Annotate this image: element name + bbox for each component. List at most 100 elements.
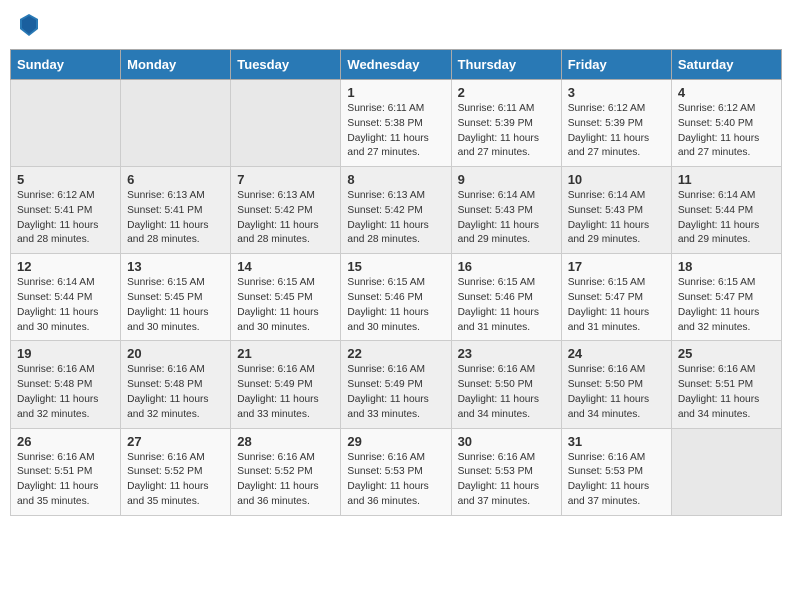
- day-info: Sunrise: 6:15 AMSunset: 5:46 PMDaylight:…: [347, 276, 444, 335]
- calendar-week-3: 12 Sunrise: 6:14 AMSunset: 5:44 PMDayligh…: [11, 254, 782, 341]
- day-info: Sunrise: 6:12 AMSunset: 5:40 PMDaylight:…: [678, 102, 775, 161]
- calendar-cell: 7Sunrise: 6:13 AMSunset: 5:42 PMDaylight…: [231, 167, 341, 254]
- day-info: Sunrise: 6:16 AMSunset: 5:51 PMDaylight:…: [678, 363, 775, 422]
- day-info: Sunrise: 6:12 AMSunset: 5:41 PMDaylight:…: [17, 189, 114, 248]
- calendar-cell: 10 Sunrise: 6:14 AMSunset: 5:43 PMDayligh…: [561, 167, 671, 254]
- day-number: 31: [568, 434, 665, 449]
- day-number: 29: [347, 434, 444, 449]
- calendar-cell: 6 Sunrise: 6:13 AMSunset: 5:41 PMDaylight…: [121, 167, 231, 254]
- day-info: Sunrise: 6:15 AMSunset: 5:45 PMDaylight:…: [127, 276, 224, 335]
- logo: [18, 14, 38, 41]
- calendar-cell: 1 Sunrise: 6:11 AMSunset: 5:38 PMDaylight…: [341, 80, 451, 167]
- calendar-cell: [11, 80, 121, 167]
- day-number: 25: [678, 346, 775, 361]
- day-number: 10: [568, 172, 665, 187]
- calendar-header: SundayMondayTuesdayWednesdayThursdayFrid…: [11, 50, 782, 80]
- day-info: Sunrise: 6:11 AMSunset: 5:38 PMDaylight:…: [347, 102, 444, 161]
- day-info: Sunrise: 6:14 AMSunset: 5:43 PMDaylight:…: [568, 189, 665, 248]
- day-number: 23: [458, 346, 555, 361]
- calendar-cell: 3 Sunrise: 6:12 AMSunset: 5:39 PMDaylight…: [561, 80, 671, 167]
- calendar-cell: [231, 80, 341, 167]
- day-info: Sunrise: 6:16 AMSunset: 5:52 PMDaylight:…: [237, 451, 334, 510]
- logo-icon: [20, 14, 38, 36]
- page-header: [0, 0, 792, 49]
- day-number: 15: [347, 259, 444, 274]
- calendar-cell: 18Sunrise: 6:15 AMSunset: 5:47 PMDayligh…: [671, 254, 781, 341]
- calendar-cell: 31Sunrise: 6:16 AMSunset: 5:53 PMDayligh…: [561, 428, 671, 515]
- day-number: 5: [17, 172, 114, 187]
- column-header-monday: Monday: [121, 50, 231, 80]
- calendar-cell: 19Sunrise: 6:16 AMSunset: 5:48 PMDayligh…: [11, 341, 121, 428]
- calendar: SundayMondayTuesdayWednesdayThursdayFrid…: [0, 49, 792, 526]
- calendar-cell: 9Sunrise: 6:14 AMSunset: 5:43 PMDaylight…: [451, 167, 561, 254]
- column-header-saturday: Saturday: [671, 50, 781, 80]
- day-info: Sunrise: 6:13 AMSunset: 5:41 PMDaylight:…: [127, 189, 224, 248]
- day-number: 11: [678, 172, 775, 187]
- day-info: Sunrise: 6:16 AMSunset: 5:50 PMDaylight:…: [458, 363, 555, 422]
- day-number: 9: [458, 172, 555, 187]
- day-number: 1: [347, 85, 444, 100]
- column-header-tuesday: Tuesday: [231, 50, 341, 80]
- day-number: 20: [127, 346, 224, 361]
- day-number: 13: [127, 259, 224, 274]
- day-info: Sunrise: 6:16 AMSunset: 5:52 PMDaylight:…: [127, 451, 224, 510]
- calendar-cell: 22 Sunrise: 6:16 AMSunset: 5:49 PMDayligh…: [341, 341, 451, 428]
- column-header-sunday: Sunday: [11, 50, 121, 80]
- day-number: 26: [17, 434, 114, 449]
- day-info: Sunrise: 6:16 AMSunset: 5:48 PMDaylight:…: [127, 363, 224, 422]
- calendar-cell: 27 Sunrise: 6:16 AMSunset: 5:52 PMDayligh…: [121, 428, 231, 515]
- day-info: Sunrise: 6:12 AMSunset: 5:39 PMDaylight:…: [568, 102, 665, 161]
- calendar-cell: 12 Sunrise: 6:14 AMSunset: 5:44 PMDayligh…: [11, 254, 121, 341]
- day-info: Sunrise: 6:16 AMSunset: 5:51 PMDaylight:…: [17, 451, 114, 510]
- calendar-cell: [121, 80, 231, 167]
- calendar-cell: 23 Sunrise: 6:16 AMSunset: 5:50 PMDayligh…: [451, 341, 561, 428]
- day-number: 17: [568, 259, 665, 274]
- day-number: 3: [568, 85, 665, 100]
- calendar-cell: 8Sunrise: 6:13 AMSunset: 5:42 PMDaylight…: [341, 167, 451, 254]
- calendar-cell: 14 Sunrise: 6:15 AMSunset: 5:45 PMDayligh…: [231, 254, 341, 341]
- day-info: Sunrise: 6:16 AMSunset: 5:53 PMDaylight:…: [347, 451, 444, 510]
- day-number: 22: [347, 346, 444, 361]
- day-number: 14: [237, 259, 334, 274]
- calendar-cell: 16 Sunrise: 6:15 AMSunset: 5:46 PMDayligh…: [451, 254, 561, 341]
- day-info: Sunrise: 6:13 AMSunset: 5:42 PMDaylight:…: [237, 189, 334, 248]
- day-number: 19: [17, 346, 114, 361]
- day-info: Sunrise: 6:15 AMSunset: 5:45 PMDaylight:…: [237, 276, 334, 335]
- calendar-week-5: 26 Sunrise: 6:16 AMSunset: 5:51 PMDayligh…: [11, 428, 782, 515]
- calendar-cell: 28 Sunrise: 6:16 AMSunset: 5:52 PMDayligh…: [231, 428, 341, 515]
- calendar-body: 1 Sunrise: 6:11 AMSunset: 5:38 PMDaylight…: [11, 80, 782, 516]
- calendar-cell: 25 Sunrise: 6:16 AMSunset: 5:51 PMDayligh…: [671, 341, 781, 428]
- calendar-cell: 26 Sunrise: 6:16 AMSunset: 5:51 PMDayligh…: [11, 428, 121, 515]
- day-info: Sunrise: 6:15 AMSunset: 5:46 PMDaylight:…: [458, 276, 555, 335]
- calendar-week-4: 19 Sunrise: 6:16 AMSunset: 5:48 PMDayligh…: [11, 341, 782, 428]
- day-info: Sunrise: 6:11 AMSunset: 5:39 PMDaylight:…: [458, 102, 555, 161]
- calendar-table: SundayMondayTuesdayWednesdayThursdayFrid…: [10, 49, 782, 516]
- day-number: 18: [678, 259, 775, 274]
- calendar-week-2: 5 Sunrise: 6:12 AMSunset: 5:41 PMDaylight…: [11, 167, 782, 254]
- day-number: 12: [17, 259, 114, 274]
- calendar-cell: 24Sunrise: 6:16 AMSunset: 5:50 PMDayligh…: [561, 341, 671, 428]
- column-header-friday: Friday: [561, 50, 671, 80]
- day-info: Sunrise: 6:14 AMSunset: 5:44 PMDaylight:…: [17, 276, 114, 335]
- calendar-cell: 15 Sunrise: 6:15 AMSunset: 5:46 PMDayligh…: [341, 254, 451, 341]
- day-info: Sunrise: 6:16 AMSunset: 5:49 PMDaylight:…: [347, 363, 444, 422]
- calendar-cell: 2Sunrise: 6:11 AMSunset: 5:39 PMDaylight…: [451, 80, 561, 167]
- column-header-thursday: Thursday: [451, 50, 561, 80]
- calendar-cell: 13 Sunrise: 6:15 AMSunset: 5:45 PMDayligh…: [121, 254, 231, 341]
- calendar-cell: 5 Sunrise: 6:12 AMSunset: 5:41 PMDaylight…: [11, 167, 121, 254]
- day-info: Sunrise: 6:13 AMSunset: 5:42 PMDaylight:…: [347, 189, 444, 248]
- day-number: 6: [127, 172, 224, 187]
- calendar-cell: 11Sunrise: 6:14 AMSunset: 5:44 PMDayligh…: [671, 167, 781, 254]
- calendar-cell: 17 Sunrise: 6:15 AMSunset: 5:47 PMDayligh…: [561, 254, 671, 341]
- calendar-cell: [671, 428, 781, 515]
- column-header-wednesday: Wednesday: [341, 50, 451, 80]
- day-info: Sunrise: 6:15 AMSunset: 5:47 PMDaylight:…: [568, 276, 665, 335]
- day-number: 28: [237, 434, 334, 449]
- day-info: Sunrise: 6:16 AMSunset: 5:53 PMDaylight:…: [458, 451, 555, 510]
- day-number: 16: [458, 259, 555, 274]
- day-headers-row: SundayMondayTuesdayWednesdayThursdayFrid…: [11, 50, 782, 80]
- day-info: Sunrise: 6:16 AMSunset: 5:49 PMDaylight:…: [237, 363, 334, 422]
- calendar-week-1: 1 Sunrise: 6:11 AMSunset: 5:38 PMDaylight…: [11, 80, 782, 167]
- day-number: 27: [127, 434, 224, 449]
- day-number: 30: [458, 434, 555, 449]
